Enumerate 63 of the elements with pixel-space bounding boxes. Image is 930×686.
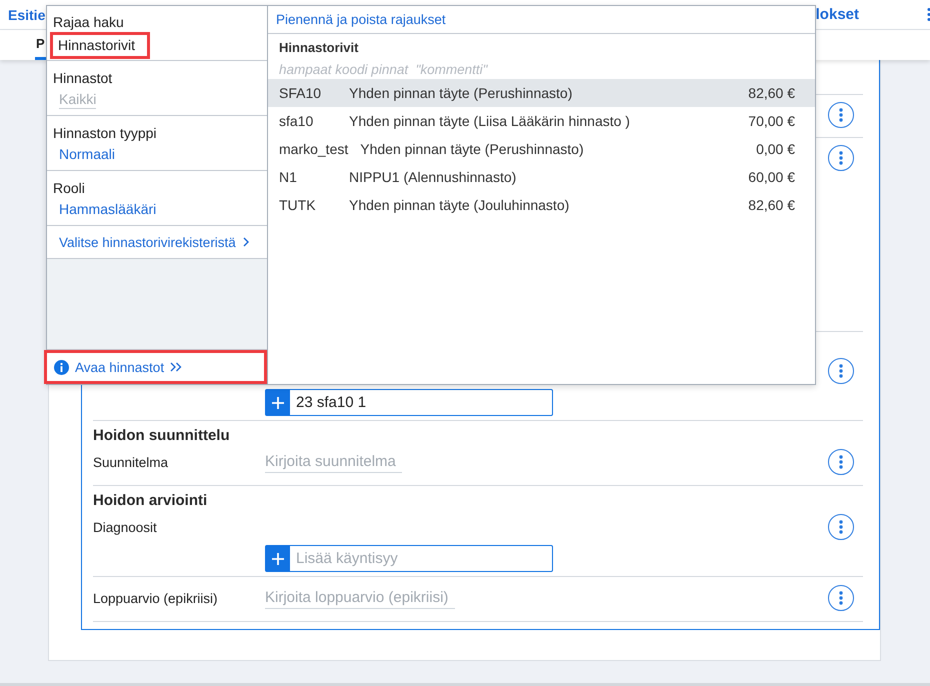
row-price: 0,00 € (756, 141, 795, 157)
open-price-lists-link[interactable]: Avaa hinnastot (54, 360, 182, 374)
result-row[interactable]: SFA10 Yhden pinnan täyte (Perushinnasto) 82,60 € (268, 79, 815, 107)
chevron-right-icon (242, 237, 249, 247)
row-price: 82,60 € (748, 85, 795, 101)
field-label: Loppuarvio (epikriisi) (93, 590, 219, 606)
text-field[interactable]: Kirjoita suunnitelma (265, 451, 402, 473)
filter-value-link[interactable]: Normaali (59, 146, 116, 163)
filter-value-link[interactable]: Hammaslääkäri (59, 201, 156, 218)
more-options-button[interactable] (828, 358, 854, 384)
vertical-dots-icon (839, 108, 843, 122)
vertical-dots-icon (839, 151, 843, 165)
row-price: 82,60 € (748, 197, 795, 213)
result-row[interactable]: N1 NIPPU1 (Alennushinnasto) 60,00 € (268, 163, 815, 191)
row-code: TUTK (279, 197, 317, 213)
info-icon (54, 360, 69, 374)
vertical-dots-icon (839, 455, 843, 469)
row-code: sfa10 (279, 113, 314, 129)
vertical-dots-icon[interactable] (927, 8, 930, 21)
search-scope-link[interactable]: Hinnastorivit (58, 37, 136, 53)
more-options-button[interactable] (828, 585, 854, 611)
row-name: Yhden pinnan täyte (Perushinnasto) (349, 85, 572, 101)
add-entry-field[interactable]: Lisää käyntisyy (290, 545, 553, 572)
add-button[interactable] (265, 389, 290, 416)
row-name: NIPPU1 (Alennushinnasto) (349, 169, 516, 185)
field-label: Diagnoosit (93, 520, 158, 534)
choose-from-register-link[interactable]: Valitse hinnastorivirekisteristä (59, 234, 249, 250)
row-code: marko_test (279, 141, 348, 157)
plus-icon (272, 552, 284, 564)
vertical-dots-icon (839, 364, 843, 378)
more-options-button[interactable] (828, 449, 854, 475)
vertical-dots-icon (839, 520, 843, 534)
plus-icon (272, 396, 284, 408)
filter-label: Rooli (53, 179, 85, 197)
result-row[interactable]: marko_test Yhden pinnan täyte (Perushinnasto) 0,00 € (268, 135, 815, 163)
add-button[interactable] (265, 545, 290, 572)
more-options-button[interactable] (828, 102, 854, 128)
search-field[interactable]: hampaat koodi pinnat "kommentti" (279, 59, 795, 79)
row-price: 70,00 € (748, 113, 795, 129)
section-heading: Hoidon suunnittelu (93, 426, 231, 446)
navigation-tab[interactable]: Esitie (8, 6, 46, 24)
vertical-dots-icon (839, 591, 843, 605)
row-name: Yhden pinnan täyte (Jouluhinnasto) (349, 197, 570, 213)
filter-label: Hinnaston tyyppi (53, 124, 157, 142)
navigation-tab[interactable]: lokset (816, 6, 859, 24)
field-label: Suunnitelma (93, 454, 170, 470)
row-name: Yhden pinnan täyte (Perushinnasto) (360, 141, 584, 157)
text-field[interactable]: Kirjoita loppuarvio (epikriisi) (265, 587, 455, 609)
add-entry-field[interactable]: 23 sfa10 1 (290, 389, 553, 416)
double-chevron-icon (170, 362, 182, 372)
row-name: Yhden pinnan täyte (Liisa Lääkärin hinnasto ) (349, 113, 630, 129)
reset-filters-link[interactable]: Pienennä ja poista rajaukset (276, 12, 446, 27)
more-options-button[interactable] (828, 145, 854, 171)
filter-label: Hinnastot (53, 69, 112, 87)
row-code: N1 (279, 169, 298, 185)
section-heading: Hoidon arviointi (93, 491, 208, 511)
result-row[interactable]: sfa10 Yhden pinnan täyte (Liisa Lääkärin hinnasto ) 70,00 € (268, 107, 815, 135)
filter-label: Rajaa haku (53, 13, 124, 31)
result-row[interactable]: TUTK Yhden pinnan täyte (Jouluhinnasto) 82,60 € (268, 191, 815, 219)
results-heading: Hinnastorivit (278, 39, 358, 57)
row-price: 60,00 € (748, 169, 795, 185)
row-code: SFA10 (279, 85, 322, 101)
more-options-button[interactable] (828, 514, 854, 540)
